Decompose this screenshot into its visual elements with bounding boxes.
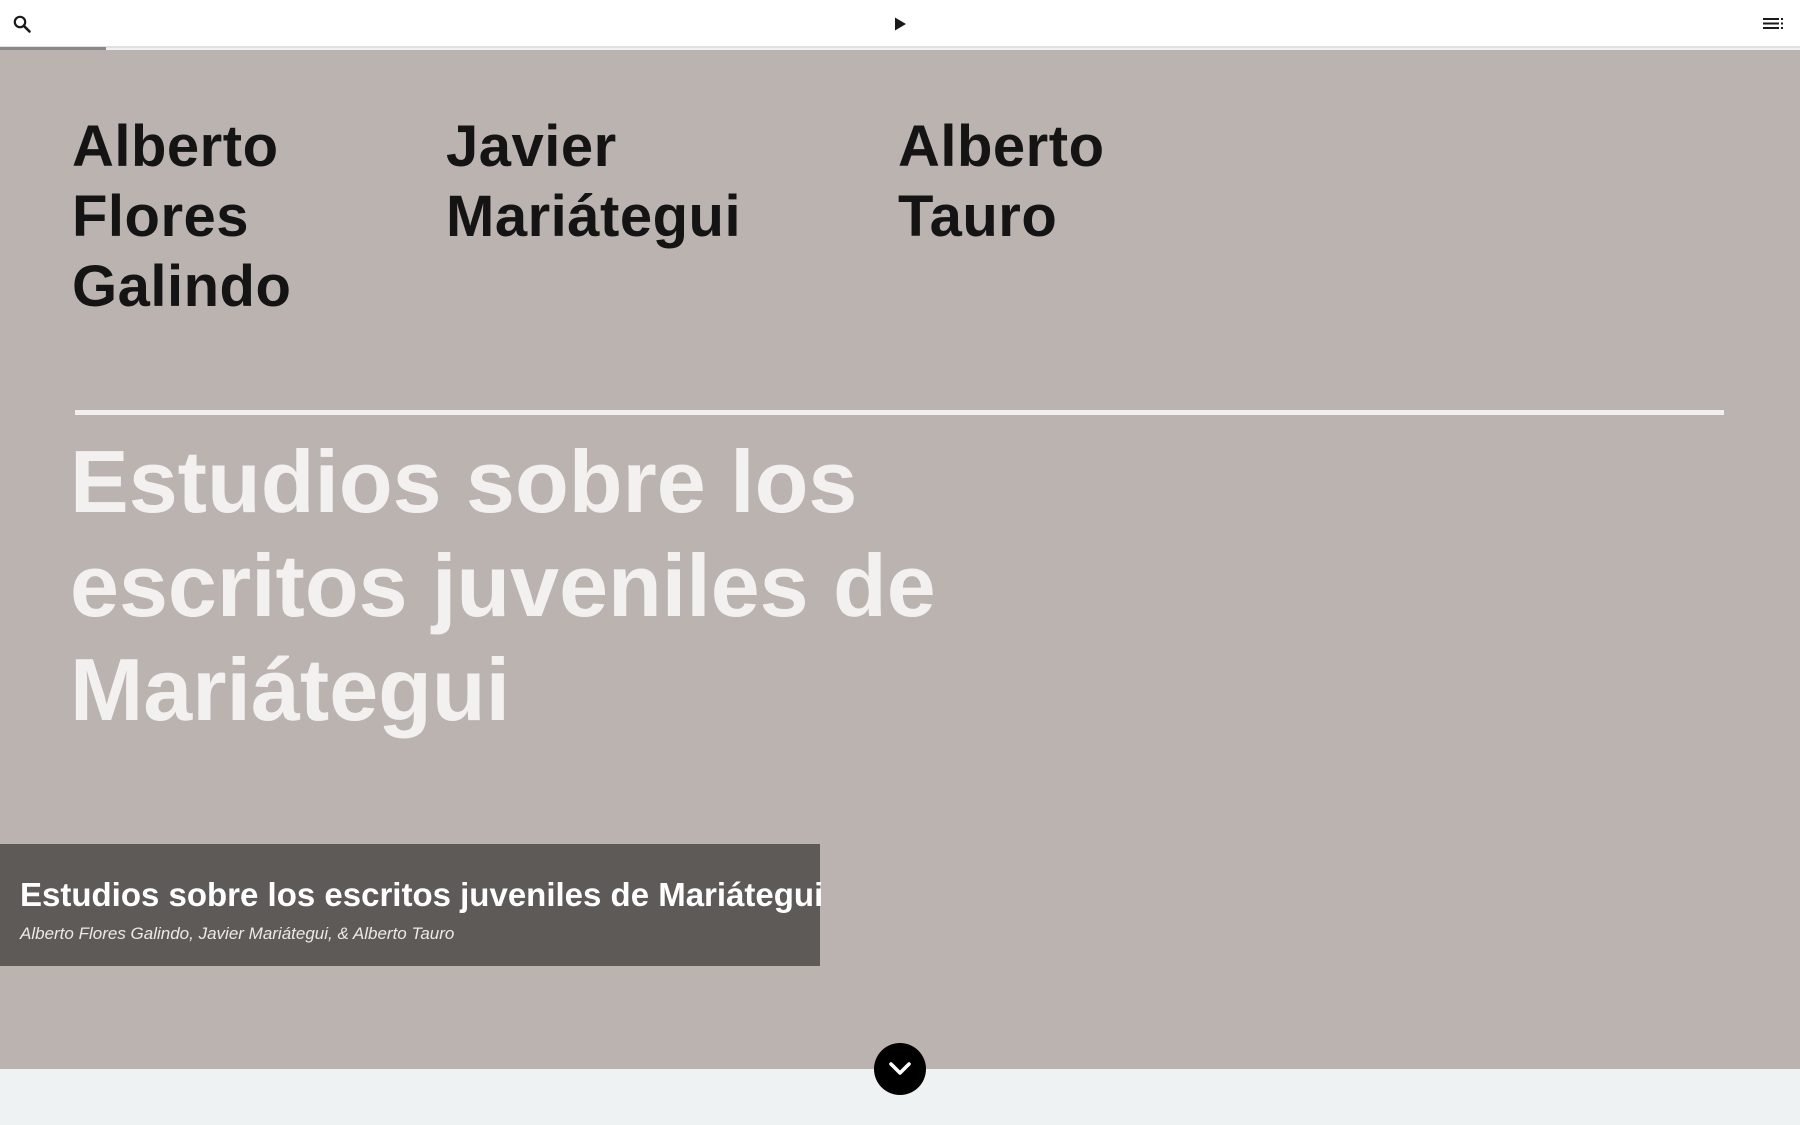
cover-author-line: Flores [72,184,250,249]
search-icon [13,15,31,33]
scroll-down-button[interactable] [874,1043,926,1095]
book-authors: Alberto Flores Galindo, Javier Mariátegu… [20,924,455,943]
cover-author-line: Alberto [72,114,279,179]
table-of-contents-button[interactable] [1760,10,1788,38]
cover-title-line: Estudios sobre los [70,432,858,531]
play-button[interactable] [886,10,914,38]
cover-title-line: Mariátegui [70,640,511,739]
cover-divider [75,410,1724,415]
search-button[interactable] [8,10,36,38]
cover-author-line: Javier [446,114,617,179]
table-of-contents-icon [1763,18,1783,29]
cover-author-line: Galindo [72,254,292,319]
chevron-down-icon [889,1062,911,1075]
top-toolbar [0,0,1800,48]
book-cover: Alberto Flores Galindo Javier Mariátegui… [0,50,1800,1069]
cover-author-line: Mariátegui [446,184,742,249]
cover-author-3: Alberto Tauro [898,112,1105,252]
cover-author-line: Alberto [898,114,1105,179]
play-icon [895,17,906,31]
book-caption: Estudios sobre los escritos juveniles de… [0,844,824,966]
cover-author-2: Javier Mariátegui [446,112,741,252]
cover-title: Estudios sobre los escritos juveniles de… [70,430,1070,742]
cover-title-line: escritos juveniles de [70,536,936,635]
cover-author-line: Tauro [898,184,1058,249]
book-title: Estudios sobre los escritos juveniles de… [20,876,824,913]
cover-author-1: Alberto Flores Galindo [72,112,291,322]
